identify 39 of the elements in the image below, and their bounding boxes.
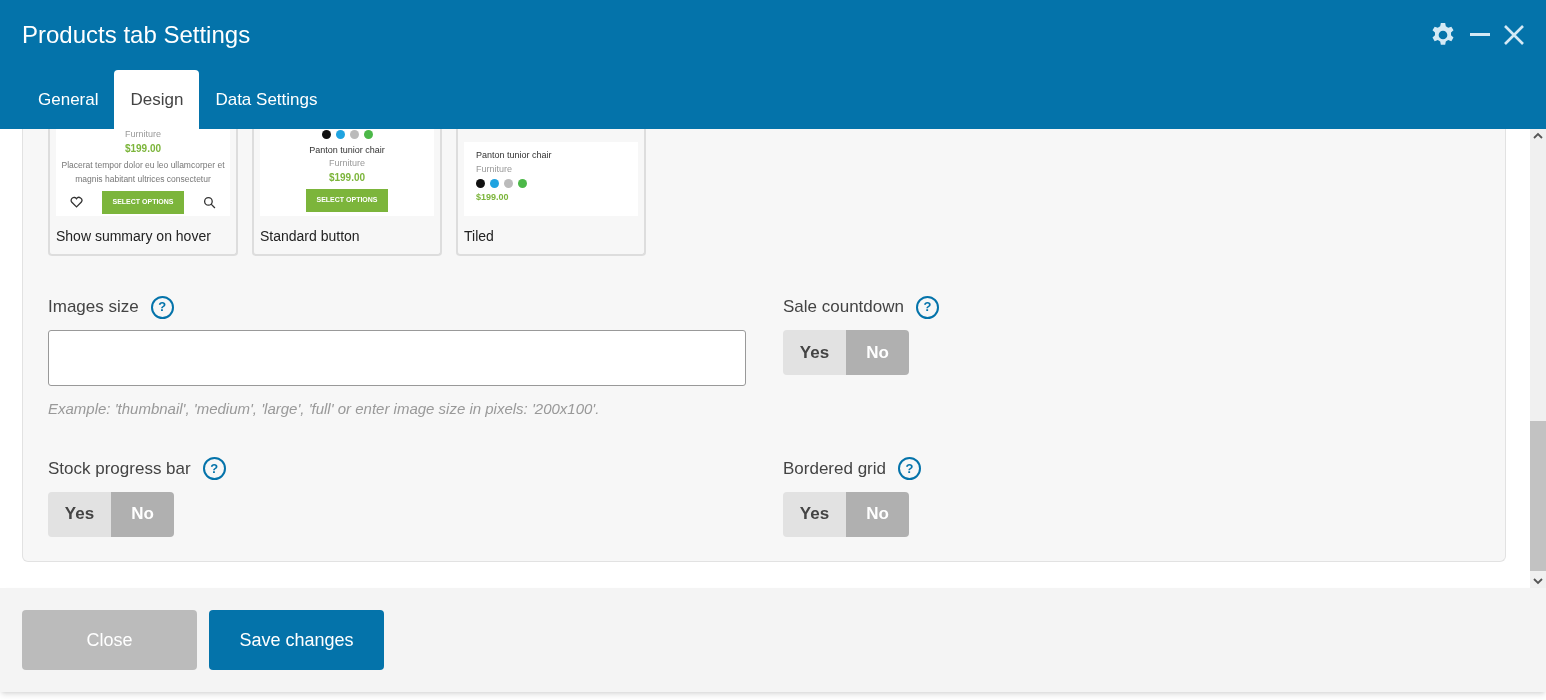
product-category: Furniture	[476, 163, 513, 176]
product-price: $199.00	[124, 142, 162, 156]
help-icon[interactable]: ?	[202, 457, 226, 480]
field-hint: Example: 'thumbnail', 'medium', 'large', 'full' or enter image size in pixels: '200x100'.	[48, 399, 601, 419]
product-category: Furniture	[125, 129, 161, 140]
field-label: Bordered grid	[783, 457, 886, 480]
heart-icon[interactable]	[70, 196, 83, 209]
product-price: $199.00	[328, 171, 366, 185]
window-title: Products tab Settings	[22, 20, 251, 50]
save-button[interactable]: Save changes	[209, 610, 384, 670]
field-label: Sale countdown	[783, 296, 904, 319]
scrollbar[interactable]	[1530, 129, 1546, 588]
design-option-label: Tiled	[464, 227, 495, 246]
help-icon[interactable]: ?	[150, 295, 174, 319]
product-name: Panton tunior chair	[309, 144, 385, 156]
design-option-label: Show summary on hover	[56, 227, 212, 246]
close-icon[interactable]	[1504, 25, 1524, 45]
help-icon[interactable]: ?	[916, 295, 939, 319]
product-name: Panton tunior chair	[476, 149, 553, 162]
product-summary: Placerat tempor dolor eu leo ullamcorper et magnis habitant ultrices consectetur	[60, 159, 226, 186]
settings-icon[interactable]	[1430, 22, 1456, 48]
design-option-card[interactable]: Panton tunior chair Furniture $199.00 Tiled	[456, 129, 646, 256]
minimize-icon[interactable]	[1470, 33, 1490, 37]
design-option-label: Standard button	[260, 227, 361, 246]
toggle-option[interactable]: Yes	[783, 330, 846, 375]
field-label: Images size	[48, 296, 139, 319]
tab[interactable]: Data Settings	[199, 70, 334, 129]
product-category: Furniture	[329, 157, 365, 170]
field-label: Stock progress bar	[48, 457, 191, 480]
toggle-option[interactable]: Yes	[48, 491, 111, 537]
tab[interactable]: Design	[114, 70, 200, 129]
tab[interactable]: General	[22, 70, 115, 129]
scroll-up-icon[interactable]	[1533, 132, 1543, 140]
toggle-option[interactable]: Yes	[783, 491, 846, 537]
search-icon[interactable]	[203, 195, 216, 209]
product-price: $199.00	[476, 191, 510, 204]
scroll-down-icon[interactable]	[1533, 577, 1543, 585]
images-size-field[interactable]	[48, 330, 746, 386]
help-icon[interactable]: ?	[898, 457, 921, 480]
